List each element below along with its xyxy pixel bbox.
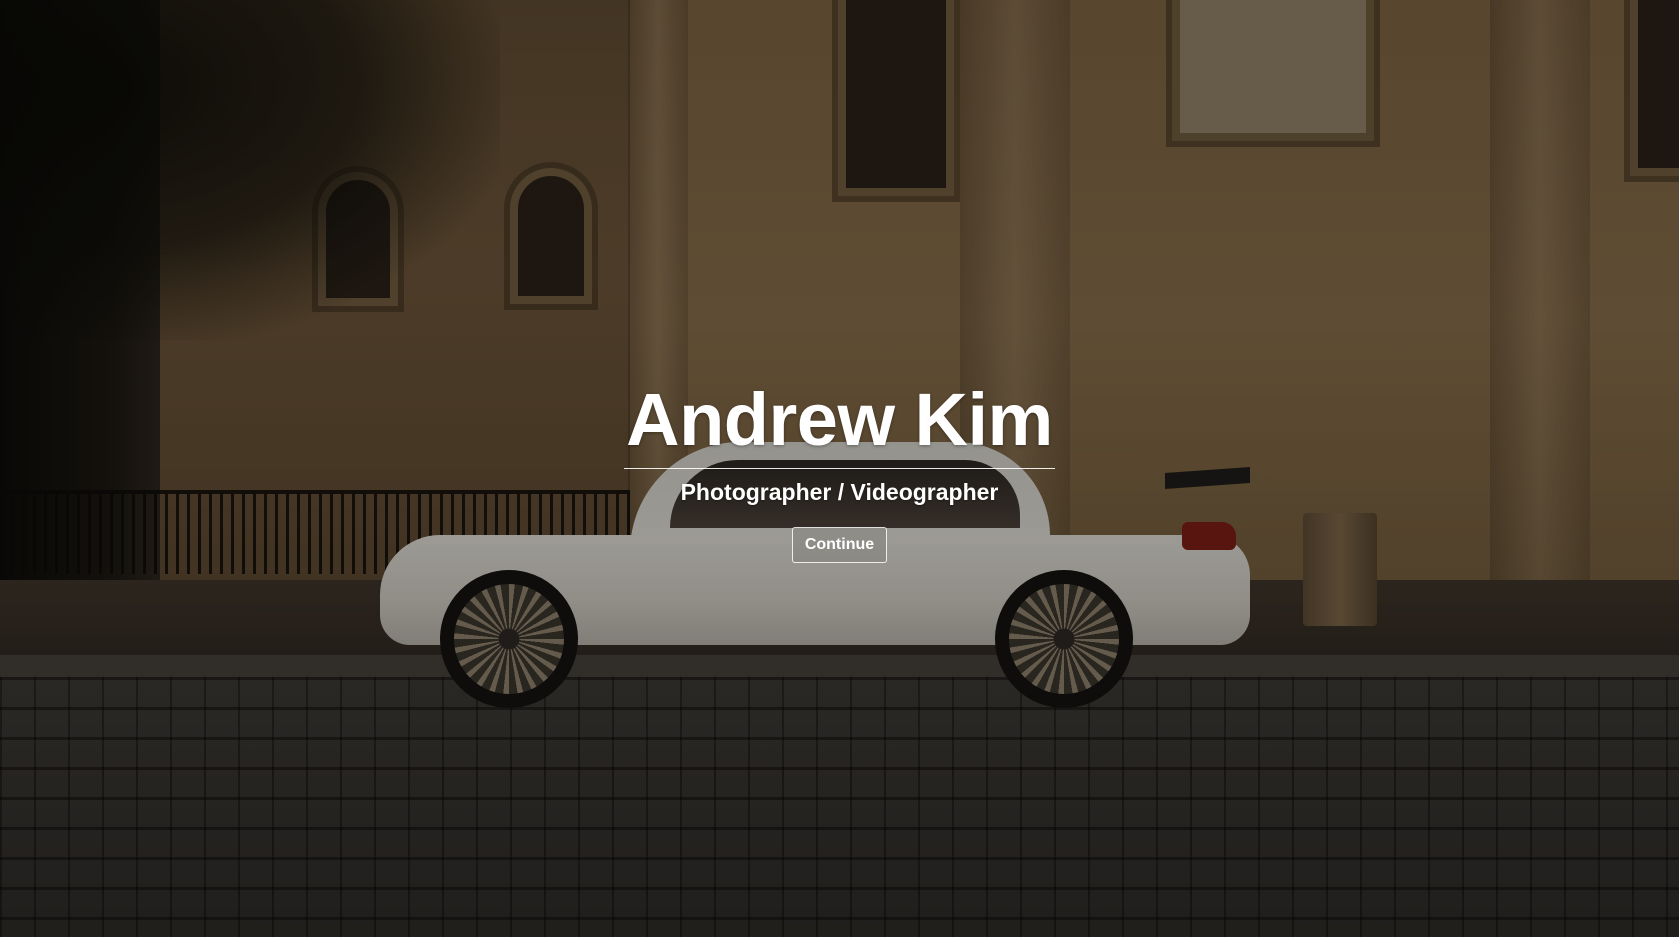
title-block: Andrew Kim Photographer / Videographer: [624, 378, 1055, 507]
hero-content: Andrew Kim Photographer / Videographer C…: [0, 378, 1679, 563]
hero-subtitle: Photographer / Videographer: [680, 479, 999, 505]
hero-name: Andrew Kim: [624, 378, 1055, 469]
hero-section: Andrew Kim Photographer / Videographer C…: [0, 0, 1679, 937]
continue-button[interactable]: Continue: [791, 527, 888, 563]
